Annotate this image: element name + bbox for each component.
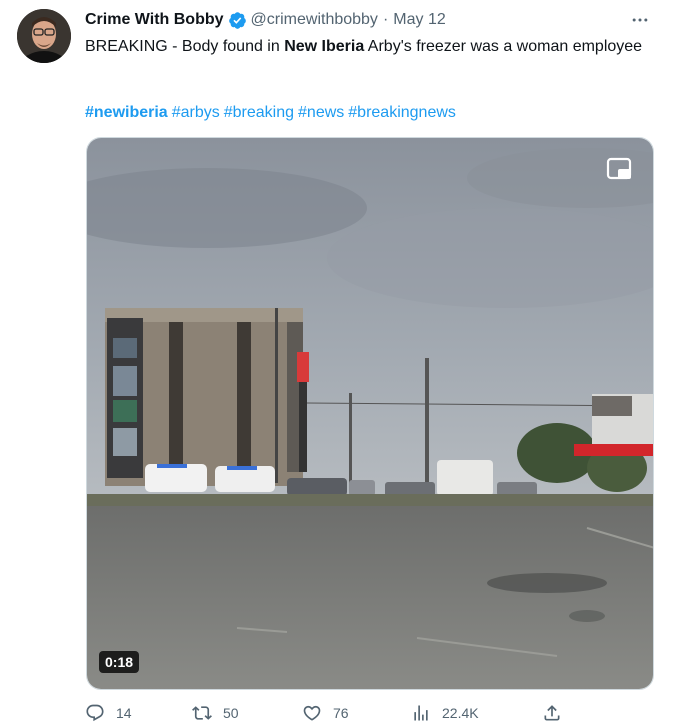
reply-button[interactable]: 14: [85, 703, 132, 723]
video-frame: [87, 138, 653, 689]
views-button[interactable]: 22.4K: [411, 703, 479, 723]
tweet-text-part1: BREAKING - Body found in: [85, 38, 285, 55]
tweet-date[interactable]: May 12: [393, 11, 445, 29]
display-name[interactable]: Crime With Bobby: [85, 11, 224, 29]
like-button[interactable]: 76: [302, 703, 349, 723]
tweet-text-part2: Arby's freezer was a woman employee: [364, 38, 643, 55]
user-handle[interactable]: @crimewithbobby: [251, 11, 378, 29]
share-icon: [544, 705, 560, 721]
reply-count: 14: [116, 705, 132, 721]
video-player[interactable]: 0:18: [86, 137, 654, 690]
hashtag-link[interactable]: #breakingnews: [348, 104, 456, 121]
hashtag-link[interactable]: #breaking: [224, 104, 294, 121]
hashtag-list: #newiberia #arbys #breaking #news #breakingn…: [85, 101, 460, 124]
repost-icon: [192, 706, 212, 720]
hashtag-link[interactable]: #newiberia: [85, 104, 168, 121]
repost-button[interactable]: 50: [192, 703, 239, 723]
hashtag-link[interactable]: #arbys: [172, 104, 220, 121]
video-duration: 0:18: [99, 651, 140, 673]
header-separator: ·: [382, 11, 389, 28]
verified-badge-icon: [228, 11, 246, 29]
picture-in-picture-icon[interactable]: [605, 154, 635, 184]
views-count: 22.4K: [442, 705, 479, 721]
share-button[interactable]: [542, 703, 573, 723]
tweet-header: Crime With Bobby @crimewithbobby · May 1…: [85, 9, 446, 31]
action-bar: 14 50 76 22.4K: [85, 703, 575, 727]
like-count: 76: [333, 705, 349, 721]
reply-icon: [86, 704, 104, 722]
repost-count: 50: [223, 705, 239, 721]
more-dots-icon[interactable]: [628, 8, 652, 32]
avatar[interactable]: [17, 9, 71, 63]
hashtag-link[interactable]: #news: [298, 104, 344, 121]
tweet-card[interactable]: Crime With Bobby @crimewithbobby · May 1…: [0, 0, 696, 727]
tweet-text-bold: New Iberia: [284, 38, 365, 55]
heart-icon: [303, 705, 321, 721]
tweet-text: BREAKING - Body found in New Iberia Arby…: [85, 35, 665, 58]
views-bar-chart-icon: [414, 705, 428, 721]
